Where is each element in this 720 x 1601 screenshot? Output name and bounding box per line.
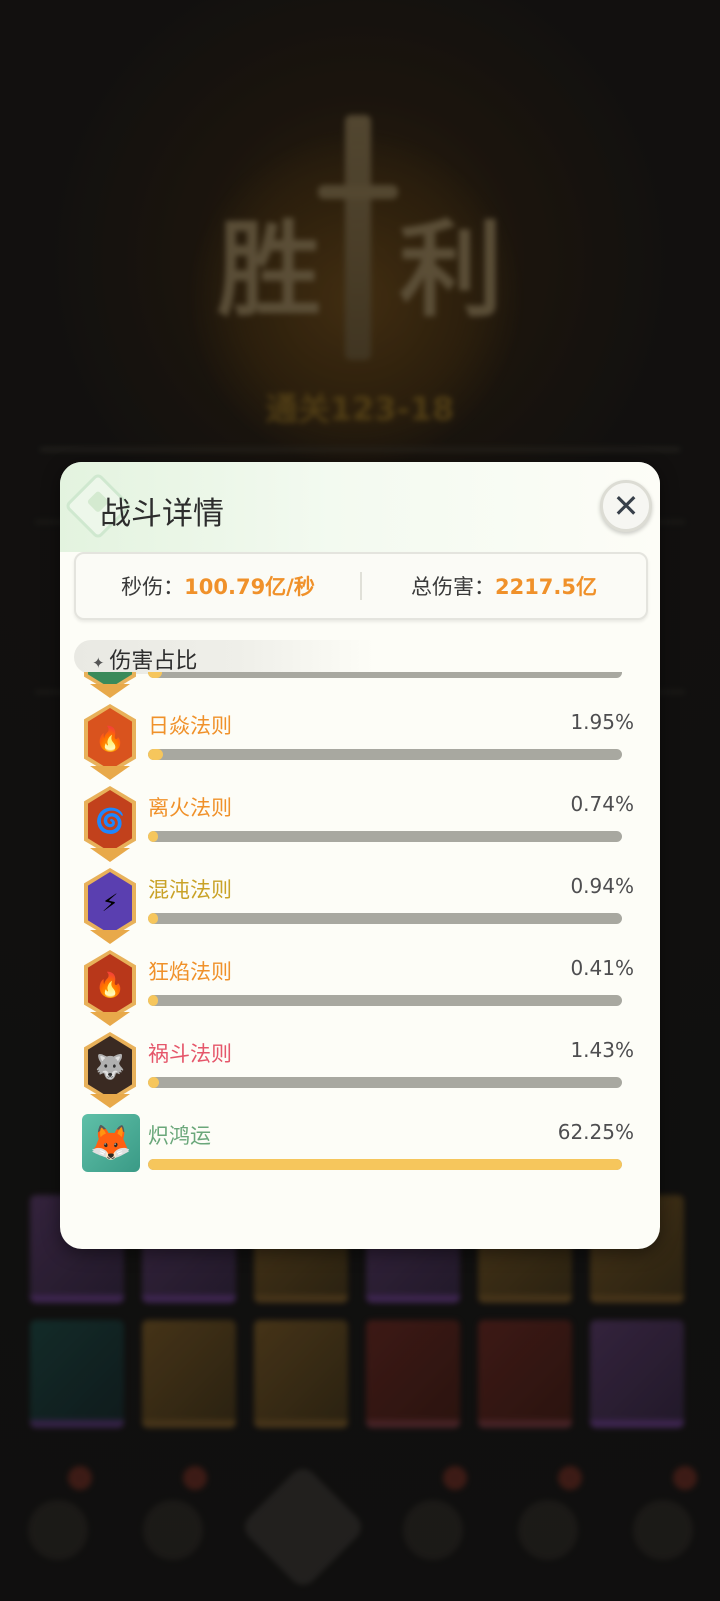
damage-share-list[interactable]: 🌿🔥日焱法则1.95%🌀离火法则0.74%⚡混沌法则0.94%🔥狂焰法则0.41… [60, 672, 660, 1212]
damage-share-bar [148, 1159, 622, 1170]
row-percent: 0.74% [570, 792, 634, 816]
law-badge: ⚡ [84, 868, 136, 938]
damage-share-bar [148, 913, 622, 924]
close-button[interactable]: ✕ [600, 480, 652, 532]
damage-share-bar [148, 995, 622, 1006]
row-name: 混沌法则 [148, 878, 232, 902]
row-percent: 0.41% [570, 956, 634, 980]
row-percent: 1.95% [570, 710, 634, 734]
damage-share-fill [148, 831, 158, 842]
damage-row: 🌀 离火法则 0.74% [60, 786, 660, 870]
row-name: 祸斗法则 [148, 1042, 232, 1066]
law-badge: 🔥 [84, 704, 136, 774]
damage-share-bar [148, 749, 622, 760]
total-damage-value: 2217.5亿 [494, 575, 598, 599]
section-title: ✦ 伤害占比 [92, 643, 197, 675]
damage-share-bar [148, 1077, 622, 1088]
damage-row: 🦊 炽鸿运 62.25% [60, 1114, 660, 1198]
row-percent: 0.94% [570, 874, 634, 898]
damage-share-fill [148, 672, 163, 678]
dps-stat: 秒伤：100.79亿/秒 [76, 571, 360, 601]
section-title-text: 伤害占比 [109, 649, 198, 674]
row-name: 日焱法则 [148, 714, 232, 738]
row-percent: 62.25% [557, 1120, 634, 1144]
badge-ribbon [90, 1012, 130, 1026]
bonfire-icon: 🔥 [88, 954, 132, 1016]
total-damage-label: 总伤害： [410, 575, 495, 599]
law-badge: 🐺 [84, 1032, 136, 1102]
total-damage-stat: 总伤害：2217.5亿 [362, 571, 646, 601]
close-x-icon: ✕ [612, 487, 640, 525]
damage-share-fill [148, 995, 158, 1006]
badge-ribbon [90, 766, 130, 780]
damage-share-fill [148, 913, 158, 924]
damage-row: ⚡ 混沌法则 0.94% [60, 868, 660, 952]
game-screen: 胜利 通关123-18 战斗详情 ✕ 秒伤：100.79亿/秒 总伤害：2217… [0, 0, 720, 1601]
dps-label: 秒伤： [121, 575, 185, 599]
damage-share-fill [148, 1159, 622, 1170]
badge-ribbon [90, 1094, 130, 1108]
damage-row: 🔥 日焱法则 1.95% [60, 704, 660, 788]
battle-details-modal: 战斗详情 ✕ 秒伤：100.79亿/秒 总伤害：2217.5亿 ✦ 伤害占比 🌿… [60, 462, 660, 1249]
sun-flame-icon: 🔥 [88, 708, 132, 770]
damage-share-bar [148, 672, 622, 678]
badge-ribbon [90, 848, 130, 862]
damage-row: 🌿 [60, 672, 660, 706]
section-header: ✦ 伤害占比 [74, 640, 374, 674]
badge-ribbon [90, 930, 130, 944]
dps-value: 100.79亿/秒 [184, 575, 315, 599]
damage-share-fill [148, 749, 163, 760]
row-name: 离火法则 [148, 796, 232, 820]
row-percent: 1.43% [570, 1038, 634, 1062]
row-name: 炽鸿运 [148, 1124, 211, 1148]
damage-share-fill [148, 1077, 159, 1088]
damage-share-bar [148, 831, 622, 842]
badge-ribbon [90, 684, 130, 698]
damage-row: 🐺 祸斗法则 1.43% [60, 1032, 660, 1116]
damage-stats: 秒伤：100.79亿/秒 总伤害：2217.5亿 [74, 552, 648, 620]
row-name: 狂焰法则 [148, 960, 232, 984]
modal-title: 战斗详情 [100, 496, 224, 532]
phoenix-fire-icon: 🌀 [88, 790, 132, 852]
orange-fox-avatar-icon: 🦊 [82, 1114, 140, 1172]
law-badge: 🔥 [84, 950, 136, 1020]
sparkle-icon: ✦ [92, 654, 110, 672]
chaos-figure-icon: ⚡ [88, 872, 132, 934]
howling-beast-icon: 🐺 [88, 1036, 132, 1098]
law-badge: 🌀 [84, 786, 136, 856]
damage-row: 🔥 狂焰法则 0.41% [60, 950, 660, 1034]
